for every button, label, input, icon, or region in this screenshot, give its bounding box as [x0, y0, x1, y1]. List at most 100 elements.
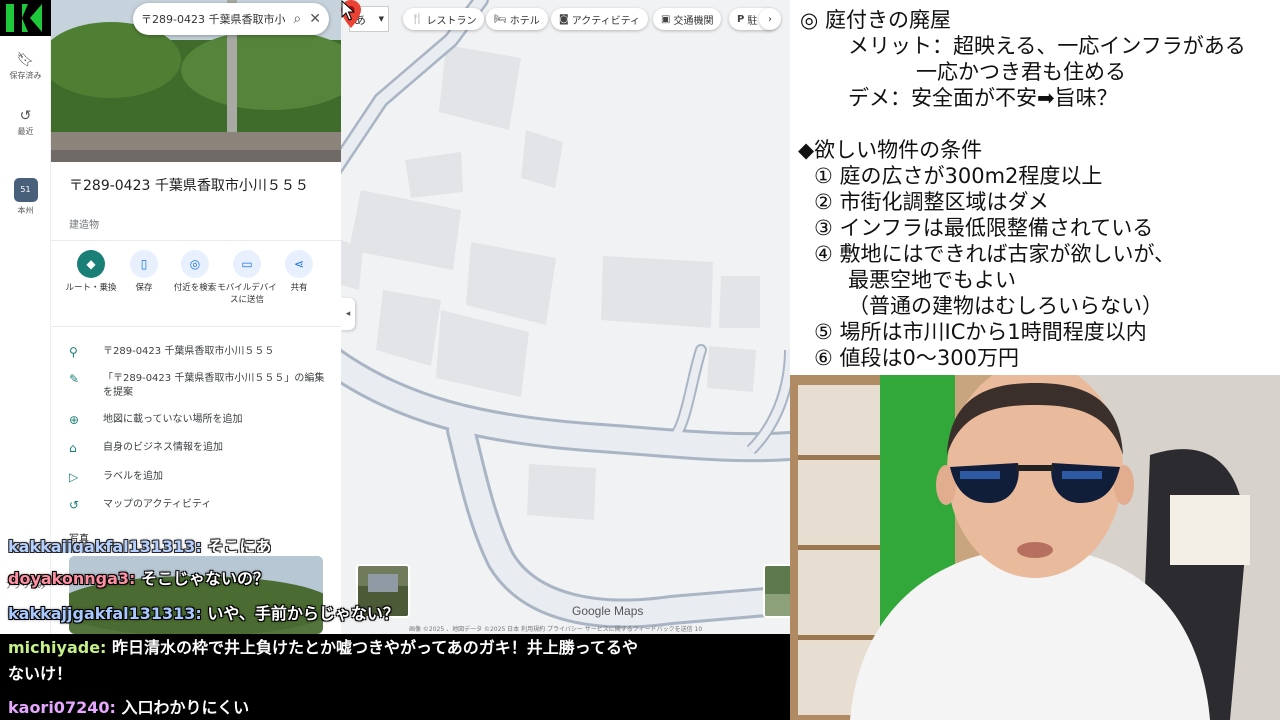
note-line: ① 庭の広さが300m2程度以上 — [814, 164, 1103, 188]
chat-text: ないけ！ — [8, 664, 73, 683]
search-input[interactable]: 〒289-0423 千葉県香取市小川５５５ — [141, 11, 285, 27]
share-button[interactable]: ⋖ 共有 — [269, 250, 329, 294]
suggest-edit-row[interactable]: ✎ 「〒289-0423 千葉県香取市小川５５５」の編集を提案 — [69, 372, 331, 400]
add-label-row[interactable]: ▷ ラベルを追加 — [69, 470, 331, 484]
action-label: ルート・乗換 — [65, 283, 117, 293]
rail-recent[interactable]: ↺ 最近 — [0, 108, 51, 137]
address-row[interactable]: ⚲ 〒289-0423 千葉県香取市小川５５５ — [69, 345, 331, 359]
chat-message: kaori07240: 入口わかりにくい — [8, 694, 249, 718]
location-icon: ⚲ — [69, 345, 78, 359]
map-canvas[interactable]: あ ▼ 🍴 レストラン 🛏 ホテル ◙ アクティビティ ▣ 交通機関 P 駐 ›… — [341, 0, 790, 634]
note-line: ③ インフラは最低限整備されている — [814, 216, 1154, 240]
label-icon: ▷ — [69, 470, 79, 484]
action-label: 保存 — [135, 283, 153, 293]
map-activity-row[interactable]: ↺ マップのアクティビティ — [69, 498, 331, 512]
chip-activity[interactable]: ◙ アクティビティ — [551, 8, 649, 30]
chip-restaurant[interactable]: 🍴 レストラン — [403, 8, 485, 30]
stream-layout: あ ▼ 🍴 レストラン 🛏 ホテル ◙ アクティビティ ▣ 交通機関 P 駐 ›… — [0, 0, 1280, 720]
rail-saved[interactable]: 🔖︎ 保存済み — [0, 52, 51, 81]
note-line: （普通の建物はむしろいらない） — [848, 294, 1163, 318]
chip-label: アクティビティ — [571, 15, 641, 27]
chevron-right-icon: › — [768, 13, 772, 25]
notes-panel: ◎ 庭付きの廃屋 メリット：超映える、一応インフラがある 一応かつき君も住める … — [790, 0, 1280, 375]
place-title: 〒289-0423 千葉県香取市小川５５５ — [69, 178, 309, 194]
search-box[interactable]: 〒289-0423 千葉県香取市小川５５５ ⌕ ✕ — [133, 3, 329, 35]
map-thumbnail-icon: 51 — [13, 178, 38, 202]
divider — [51, 326, 341, 327]
rail-honshu[interactable]: 51 本州 — [0, 178, 51, 216]
camera-icon: ◙ — [559, 13, 569, 25]
parking-icon: P — [737, 13, 745, 25]
note-line: ② 市街化調整区域はダメ — [814, 190, 1049, 214]
map-attribution[interactable]: 画像 ©2025 、地図データ ©2025 日本 利用規約 プライバシー サービ… — [409, 624, 702, 633]
chat-username: kakkajjgakfal131313: — [8, 604, 202, 623]
google-maps-logo: Google Maps — [572, 604, 644, 618]
chip-label: レストラン — [426, 15, 477, 27]
note-line: デメ：安全面が不安➡旨味？ — [848, 86, 1118, 110]
stream-logo-icon — [0, 0, 48, 36]
chat-message: doyakonnga3: そこじゃないの？ — [8, 565, 269, 589]
close-icon[interactable]: ✕ — [309, 11, 321, 27]
nearby-icon: ◎ — [181, 250, 209, 278]
pencil-icon: ✎ — [69, 372, 80, 386]
bookmark-icon: 🔖︎ — [16, 52, 35, 68]
note-line: 一応かつき君も住める — [916, 60, 1126, 84]
add-place-icon: ⊕ — [69, 413, 80, 427]
chat-text: 入口わかりにくい — [121, 698, 250, 717]
chat-text: 昨日清水の枠で井上負けたとか嘘つきやがってあのガキ！井上勝ってるや — [112, 638, 638, 657]
chat-message: michiyade: 昨日清水の枠で井上負けたとか嘘つきやがってあのガキ！井上勝… — [8, 634, 638, 658]
share-icon: ⋖ — [285, 250, 313, 278]
directions-button[interactable]: ◆ ルート・乗換 — [61, 250, 121, 294]
chip-label: 駐 — [747, 15, 758, 27]
send-to-device-button[interactable]: ▭ モバイルデバイスに送信 — [217, 250, 277, 306]
webcam-feed — [790, 375, 1280, 720]
chat-text: そこじゃないの？ — [141, 569, 270, 588]
note-line: メリット：超映える、一応インフラがある — [848, 34, 1246, 58]
row-text: 地図に載っていない場所を追加 — [103, 414, 243, 425]
bookmark-icon: ▯ — [130, 250, 158, 278]
chat-text: いや、手前からじゃない？ — [207, 604, 399, 623]
chat-message: kakkajjgakfal131313: いや、手前からじゃない？ — [8, 600, 399, 624]
ime-dropdown-icon: ▼ — [378, 15, 384, 23]
row-text: ラベルを追加 — [103, 471, 163, 482]
action-label: 共有 — [290, 283, 308, 293]
suggest-edit-text: 「〒289-0423 千葉県香取市小川５５５」の編集を提案 — [103, 373, 325, 398]
note-heading: ◎ 庭付きの廃屋 — [800, 8, 951, 32]
add-missing-place-row[interactable]: ⊕ 地図に載っていない場所を追加 — [69, 413, 331, 427]
row-text: マップのアクティビティ — [103, 499, 212, 510]
directions-icon: ◆ — [77, 250, 105, 278]
divider — [51, 240, 341, 241]
chip-label: ホテル — [509, 15, 540, 27]
row-text: 自身のビジネス情報を追加 — [103, 442, 223, 453]
rail-label: 最近 — [17, 127, 34, 136]
note-line: ④ 敷地にはできれば古家が欲しいが、 — [814, 242, 1176, 266]
search-icon[interactable]: ⌕ — [293, 11, 301, 27]
add-business-row[interactable]: ⌂ 自身のビジネス情報を追加 — [69, 441, 331, 455]
chips-next-button[interactable]: › — [759, 8, 781, 30]
action-label: 付近を検索 — [173, 283, 217, 293]
chat-username: michiyade: — [8, 638, 107, 657]
rail-label: 本州 — [17, 206, 34, 215]
rail-label: 保存済み — [9, 71, 42, 80]
history-icon: ↺ — [69, 498, 80, 512]
note-line: ⑥ 値段は0〜300万円 — [814, 346, 1019, 370]
chat-message: kakkajjgakfal131313: そこにあ — [8, 533, 271, 553]
nearby-button[interactable]: ◎ 付近を検索 — [165, 250, 225, 294]
collapse-panel-button[interactable]: ◂ — [341, 298, 355, 330]
action-label: モバイルデバイスに送信 — [217, 283, 277, 305]
chip-transit[interactable]: ▣ 交通機関 — [653, 8, 722, 30]
train-icon: ▣ — [661, 13, 671, 25]
chat-username: kaori07240: — [8, 698, 116, 717]
mouse-cursor-icon — [341, 0, 355, 21]
map-roads — [341, 0, 790, 629]
chip-hotel[interactable]: 🛏 ホテル — [486, 8, 548, 30]
chat-message-continued: ないけ！ — [8, 660, 72, 684]
fork-knife-icon: 🍴 — [411, 13, 424, 25]
chevron-left-icon: ◂ — [345, 309, 351, 319]
store-icon: ⌂ — [69, 441, 77, 455]
chat-username: kakkajjgakfal131313: — [8, 537, 202, 553]
note-line: 最悪空地でもよい — [848, 268, 1016, 292]
phone-icon: ▭ — [233, 250, 261, 278]
imagery-thumbnail[interactable] — [763, 564, 790, 618]
address-text: 〒289-0423 千葉県香取市小川５５５ — [103, 346, 275, 357]
